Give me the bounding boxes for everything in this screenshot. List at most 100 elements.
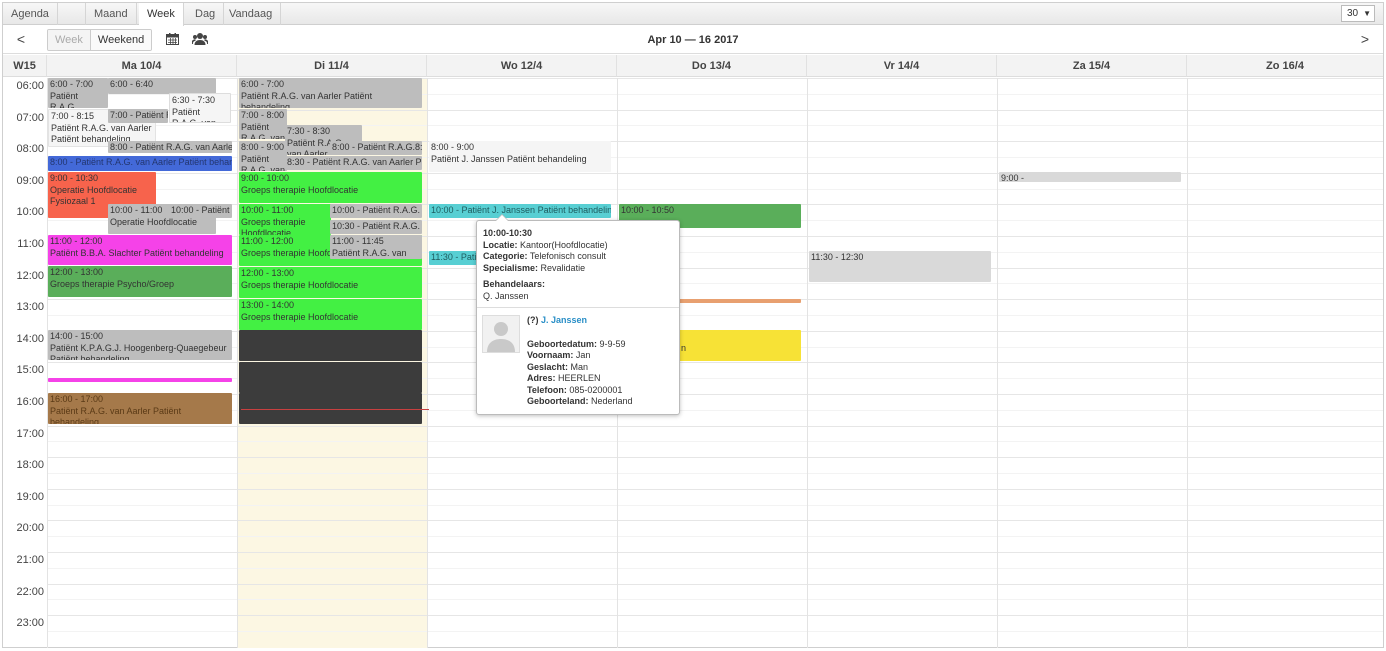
patient-voornaam: Voornaam: Jan [527,350,591,360]
patient-telefoon: Telefoon: 085-0200001 [527,384,623,395]
event-tue-1500-dark[interactable] [239,362,422,393]
slot-size-value: 30 [1347,8,1359,19]
tab-week[interactable]: Week [139,3,184,26]
patient-adres: Adres: HEERLEN [527,373,601,383]
tab-dag[interactable]: Dag [187,3,225,25]
event-tue-0600[interactable]: 6:00 - 7:00 Patiënt R.A.G. van Aarler Pat… [239,78,422,108]
event-fri-1130[interactable]: 11:30 - 12:30 [809,251,991,282]
patient-geboorteland: Geboorteland: Nederland [527,396,633,406]
half-hour-line [47,536,1383,537]
popup-time: 10:00-10:30 [483,228,533,238]
day-header-mon[interactable]: Ma 10/4 [47,55,237,77]
day-header-tue[interactable]: Di 11/4 [237,55,427,77]
popup-specialisme: Specialisme: Revalidatie [483,262,586,273]
event-mon-0600[interactable]: 6:00 - 7:00Patiënt R.A.G. v.Patiënt R.A.… [48,78,108,108]
event-mon-1530[interactable] [48,378,232,382]
day-column-line [1187,78,1188,648]
hour-label: 07:00 [16,112,44,124]
event-tue-0800b[interactable]: 8:00 - Patiënt R.A.G.8:00 - Patiënt [330,141,422,155]
day-header-fri[interactable]: Vr 14/4 [807,55,997,77]
calendar-frame: Agenda Maand Week Dag Vandaag 30 ▼ < Wee… [2,2,1384,648]
day-header-wed[interactable]: Wo 12/4 [427,55,617,77]
hour-label: 08:00 [16,143,44,155]
hour-line [47,552,1383,553]
event-mon-1100[interactable]: 11:00 - 12:00 Patiënt B.B.A. Slachter Pat… [48,235,232,265]
hour-label: 22:00 [16,586,44,598]
tab-maand[interactable]: Maand [85,3,137,25]
event-wed-1000-selected[interactable]: 10:00 - Patiënt J. Janssen Patiënt behan… [429,204,611,218]
hour-label: 18:00 [16,459,44,471]
event-thu-1400[interactable]: n [679,330,801,361]
patient-name-link[interactable]: (?) J. Janssen [527,315,633,327]
date-range-title: Apr 10 — 16 2017 [647,34,739,46]
hour-label: 15:00 [16,364,44,376]
event-tue-0830[interactable]: 8:30 - Patiënt R.A.G. van Aarler Patiënt [285,156,422,170]
event-wed-0800[interactable]: 8:00 - 9:00 Patiënt J. Janssen Patiënt be… [429,141,611,172]
hour-label: 06:00 [16,80,44,92]
patient-geslacht: Geslacht: Man [527,361,589,372]
day-column-line [237,78,238,648]
event-thu-1300[interactable] [679,299,801,303]
half-hour-line [47,441,1383,442]
slot-size-select[interactable]: 30 ▼ [1341,5,1375,22]
event-tue-1030[interactable]: 10:30 - Patiënt R.A.G. van [330,220,422,234]
hour-label: 11:00 [17,238,44,250]
day-header-sat[interactable]: Za 15/4 [997,55,1187,77]
next-week-button[interactable]: > [1357,31,1373,47]
hour-label: 16:00 [16,396,44,408]
chevron-down-icon: ▼ [1363,9,1371,18]
hour-line [47,615,1383,616]
hour-label: 19:00 [16,491,44,503]
event-tue-1100b[interactable]: 11:00 - 11:45 Patiënt R.A.G. van [330,235,422,259]
day-header-thu[interactable]: Do 13/4 [617,55,807,77]
hour-label: 21:00 [16,554,44,566]
popup-categorie: Categorie: Telefonisch consult [483,251,606,261]
event-tue-1300[interactable]: 13:00 - 14:00 Groeps therapie Hoofdlocati… [239,299,422,330]
event-tue-1000b[interactable]: 10:00 - Patiënt R.A.G. van [330,204,422,218]
hour-line [47,520,1383,521]
hour-label: 20:00 [16,522,44,534]
popup-arrow [495,214,509,221]
person-icon [487,322,515,352]
hour-label: 09:00 [16,175,44,187]
event-mon-1000b[interactable]: 10:00 - Patiënt [169,204,232,218]
event-mon-0630[interactable]: 6:30 - 7:30Patiënt R.A.G. van Aarler [169,93,231,123]
patient-avatar [482,315,520,353]
half-hour-line [47,631,1383,632]
day-header-sun[interactable]: Zo 16/4 [1187,55,1383,77]
event-mon-1200[interactable]: 12:00 - 13:00 Groeps therapie Psycho/Groe… [48,266,232,297]
popup-locatie: Locatie: Kantoor(Hoofdlocatie) [483,239,608,250]
half-hour-line [47,505,1383,506]
hour-label: 10:00 [16,206,44,218]
event-mon-0800-blue[interactable]: 8:00 - Patiënt R.A.G. van Aarler Patiënt… [48,156,232,171]
event-mon-0800[interactable]: 8:00 - Patiënt R.A.G. van Aarler Pati [108,141,232,153]
event-tue-0700[interactable]: 7:00 - 8:00Patiënt R.A.G. van Aarler [239,109,287,139]
popup-divider [477,307,679,308]
week-number: W15 [3,55,47,77]
event-tue-1000[interactable]: 10:00 - 11:00 Groeps therapie Hoofdlocati… [239,204,331,235]
half-hour-line [47,599,1383,600]
view-tab-bar: Agenda Maand Week Dag Vandaag 30 ▼ [3,3,1383,26]
day-column-line [427,78,428,648]
half-hour-line [47,473,1383,474]
calendar-app: Agenda Maand Week Dag Vandaag 30 ▼ < Wee… [0,0,1386,651]
event-mon-0700b[interactable]: 7:00 - Patiënt R.A.G. [108,109,168,123]
event-mon-0600b[interactable]: 6:00 - 6:40 [108,78,216,94]
hour-line [47,457,1383,458]
hour-label: 14:00 [16,333,44,345]
event-detail-popup: 10:00-10:30 Locatie: Kantoor(Hoofdlocati… [476,214,680,415]
event-mon-1600[interactable]: 16:00 - 17:00 Patiënt R.A.G. van Aarler P… [48,393,232,424]
calendar-toolbar: < Week Weekend Apr 10 — 16 2017 > [3,26,1383,54]
event-tue-1200[interactable]: 12:00 - 13:00 Groeps therapie Hoofdlocati… [239,267,422,298]
event-sat-0900[interactable]: 9:00 - [999,172,1181,182]
hour-label: 12:00 [16,270,44,282]
popup-behandelaars-label: Behandelaars: [483,279,546,289]
hour-line [47,489,1383,490]
event-tue-1400-dark[interactable] [239,330,422,361]
event-tue-0800[interactable]: 8:00 - 9:00Patiënt R.A.G. van Aarler [239,141,287,171]
event-mon-1400[interactable]: 14:00 - 15:00 Patiënt K.P.A.G.J. Hoogenbe… [48,330,232,360]
tab-agenda[interactable]: Agenda [3,3,58,25]
event-wed-1130[interactable]: 11:30 - Patiënt [429,251,477,265]
tab-vandaag[interactable]: Vandaag [221,3,282,25]
event-tue-0900[interactable]: 9:00 - 10:00 Groeps therapie Hoofdlocatie [239,172,422,203]
